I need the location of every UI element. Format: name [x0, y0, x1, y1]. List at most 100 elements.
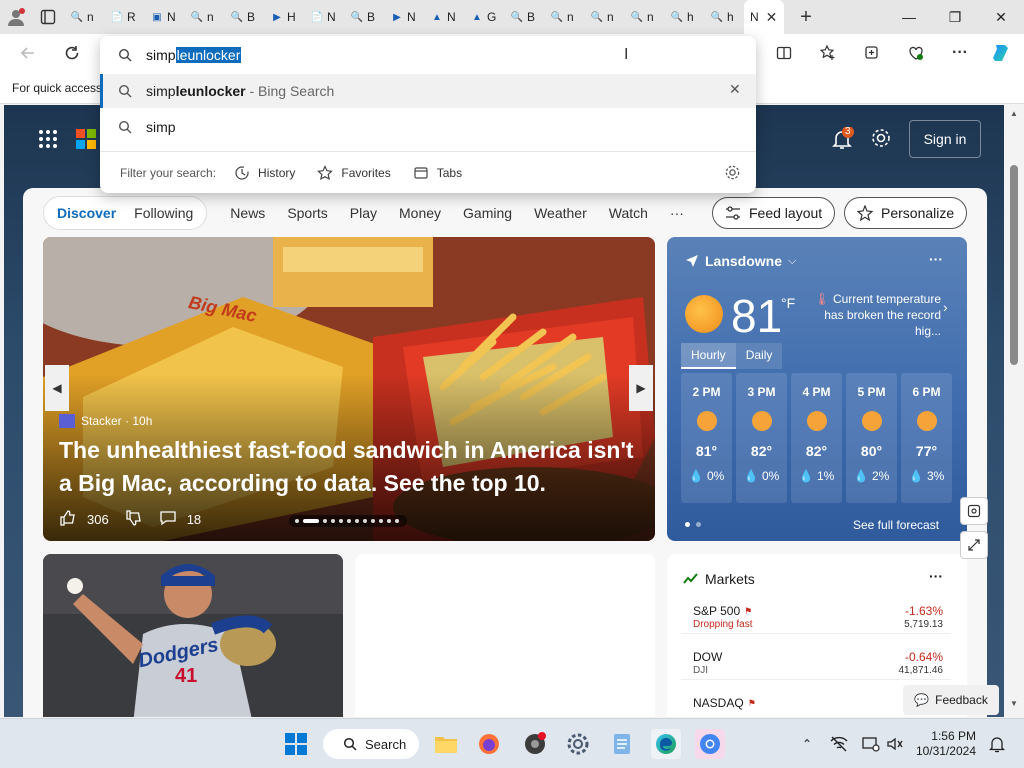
hour-slot[interactable]: 5 PM 80° 💧 2%	[846, 373, 897, 503]
scroll-up-icon[interactable]: ▲	[1010, 109, 1018, 118]
weather-page-dots[interactable]	[685, 522, 701, 527]
network-off-icon[interactable]	[824, 729, 854, 759]
app-launcher-icon[interactable]	[38, 129, 58, 152]
weather-more-icon[interactable]: ···	[929, 251, 943, 267]
file-explorer-icon[interactable]	[431, 729, 461, 759]
browser-tab[interactable]: 🔍 B	[224, 0, 264, 34]
browser-tab[interactable]: ▲ N	[424, 0, 464, 34]
browser-essentials-icon[interactable]	[902, 40, 930, 66]
settings-app-icon[interactable]	[563, 729, 593, 759]
sign-in-button[interactable]: Sign in	[909, 120, 981, 158]
nav-sports[interactable]: Sports	[287, 205, 327, 221]
firefox-icon[interactable]	[474, 729, 504, 759]
browser-tab[interactable]: 🔍 n	[184, 0, 224, 34]
thumbs-up-icon[interactable]	[59, 509, 77, 530]
feedback-button[interactable]: 💬 Feedback	[903, 685, 999, 715]
browser-tab[interactable]: 🔍 h	[704, 0, 744, 34]
tab-close-icon[interactable]: ✕	[766, 9, 778, 26]
browser-tab[interactable]: ▶ H	[264, 0, 304, 34]
notepad-icon[interactable]	[607, 729, 637, 759]
copilot-icon[interactable]	[988, 40, 1016, 66]
thumbs-down-icon[interactable]	[125, 509, 143, 530]
filter-history[interactable]: History	[234, 165, 295, 181]
hero-card[interactable]: Big Mac ◀ ▶ Stacker · 10h The unhealthie…	[43, 237, 655, 541]
browser-tab[interactable]: 🔍 B	[504, 0, 544, 34]
chrome-dev-icon[interactable]	[520, 729, 550, 759]
hour-slot[interactable]: 4 PM 82° 💧 1%	[791, 373, 842, 503]
comment-icon[interactable]	[159, 509, 177, 530]
see-full-forecast-link[interactable]: See full forecast	[853, 518, 939, 532]
edge-icon[interactable]	[651, 729, 681, 759]
hour-slot[interactable]: 6 PM 77° 💧 3%	[901, 373, 952, 503]
weather-location[interactable]: Lansdowne ⌵	[685, 253, 796, 269]
browser-tab[interactable]: ▲ G	[464, 0, 504, 34]
weather-card[interactable]: Lansdowne ⌵ ··· 81 °F 🌡 Current temperat…	[667, 237, 967, 541]
browser-tab[interactable]: 📄 N	[304, 0, 344, 34]
market-row-dow[interactable]: DOW DJI -0.64% 41,871.46	[681, 644, 951, 680]
taskbar-clock[interactable]: 1:56 PM 10/31/2024	[910, 729, 976, 759]
tab-following[interactable]: Following	[125, 205, 202, 221]
browser-tab[interactable]: ▣ N	[144, 0, 184, 34]
scroll-down-icon[interactable]: ▼	[1010, 699, 1018, 708]
nav-weather[interactable]: Weather	[534, 205, 587, 221]
nav-play[interactable]: Play	[350, 205, 377, 221]
browser-tab[interactable]: 🔍 n	[624, 0, 664, 34]
active-tab[interactable]: N ✕	[744, 0, 784, 34]
settings-gear-icon[interactable]	[870, 127, 892, 152]
markets-title[interactable]: Markets	[683, 571, 755, 587]
refresh-icon[interactable]	[58, 40, 86, 66]
chevron-right-icon[interactable]: ›	[943, 299, 948, 315]
hour-slot[interactable]: 3 PM 82° 💧 0%	[736, 373, 787, 503]
browser-tab[interactable]: 🔍 B	[344, 0, 384, 34]
more-menu-icon[interactable]: ···	[946, 40, 974, 66]
suggestion-bing-search[interactable]: simpleunlocker - Bing Search ✕	[100, 74, 756, 108]
weather-alert[interactable]: 🌡 Current temperature has broken the rec…	[811, 291, 941, 339]
hero-prev-button[interactable]: ◀	[45, 365, 69, 411]
split-screen-icon[interactable]	[770, 40, 798, 66]
chrome-icon[interactable]	[695, 729, 725, 759]
news-card-placeholder[interactable]	[355, 554, 655, 717]
nav-more[interactable]: ···	[670, 205, 684, 221]
tab-daily[interactable]: Daily	[735, 343, 783, 369]
remove-suggestion-icon[interactable]: ✕	[729, 81, 741, 98]
nav-money[interactable]: Money	[399, 205, 441, 221]
tab-hourly[interactable]: Hourly	[681, 343, 736, 369]
browser-tab[interactable]: 🔍 n	[544, 0, 584, 34]
hero-headline[interactable]: The unhealthiest fast-food sandwich in A…	[59, 434, 639, 500]
search-settings-gear-icon[interactable]	[724, 164, 741, 184]
markets-more-icon[interactable]: ···	[929, 568, 943, 584]
nav-watch[interactable]: Watch	[609, 205, 648, 221]
personalize-button[interactable]: Personalize	[844, 197, 968, 229]
notification-center-bell-icon[interactable]	[982, 729, 1012, 759]
expand-icon[interactable]	[960, 531, 988, 559]
minimize-button[interactable]: —	[886, 0, 932, 34]
browser-tab[interactable]: 📄 R	[104, 0, 144, 34]
feed-layout-button[interactable]: Feed layout	[712, 197, 836, 229]
favorites-star-icon[interactable]	[814, 40, 842, 66]
nav-gaming[interactable]: Gaming	[463, 205, 512, 221]
nav-news[interactable]: News	[230, 205, 265, 221]
volume-muted-icon[interactable]	[880, 729, 910, 759]
notifications-bell-icon[interactable]: 3	[830, 126, 854, 154]
visual-search-icon[interactable]	[960, 497, 988, 525]
scroll-thumb[interactable]	[1010, 165, 1018, 365]
profile-icon[interactable]	[0, 0, 32, 34]
hour-slot[interactable]: 2 PM 81° 💧 0%	[681, 373, 732, 503]
windows-start-icon[interactable]	[281, 729, 311, 759]
taskbar-search[interactable]: Search	[323, 729, 419, 759]
browser-tab[interactable]: 🔍 h	[664, 0, 704, 34]
collections-icon[interactable]	[858, 40, 886, 66]
page-scrollbar[interactable]: ▲ ▼	[1005, 105, 1024, 717]
microsoft-logo-icon[interactable]	[76, 129, 96, 152]
market-row-sp500[interactable]: S&P 500 ⚑ Dropping fast -1.63% 5,719.13	[681, 598, 951, 634]
tray-chevron-up-icon[interactable]: ⌃	[792, 729, 822, 759]
filter-tabs[interactable]: Tabs	[413, 165, 462, 181]
address-input[interactable]: simpleunlocker	[118, 44, 242, 66]
window-close-button[interactable]: ✕	[978, 0, 1024, 34]
new-tab-button[interactable]: +	[784, 0, 828, 34]
suggestion-simp[interactable]: simp	[100, 110, 756, 144]
news-card-dodgers[interactable]: Dodgers 41	[43, 554, 343, 717]
filter-favorites[interactable]: Favorites	[317, 164, 391, 181]
browser-tab[interactable]: 🔍 n	[64, 0, 104, 34]
tab-discover[interactable]: Discover	[48, 205, 125, 221]
